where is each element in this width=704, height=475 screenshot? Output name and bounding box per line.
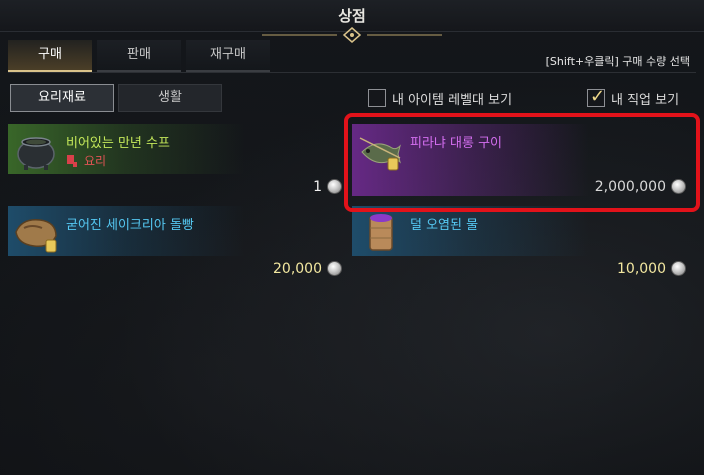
shop-item[interactable]: 굳어진 세이크리아 돌빵 20,000 xyxy=(8,206,346,284)
selection-highlight xyxy=(344,113,700,212)
subtab-life[interactable]: 생활 xyxy=(118,84,222,112)
checkmark-icon: ✓ xyxy=(590,86,606,107)
silver-coin-icon xyxy=(327,261,342,276)
item-name: 덜 오염된 물 xyxy=(410,218,479,233)
cauldron-icon xyxy=(17,137,55,170)
subtab-cooking-ingredients[interactable]: 요리재료 xyxy=(10,84,114,112)
silver-coin-icon xyxy=(327,179,342,194)
filter-my-class-label: 내 직업 보기 xyxy=(611,92,680,108)
tab-rebuy[interactable]: 재구매 xyxy=(186,40,270,72)
water-cup-icon xyxy=(369,214,393,251)
shop-item[interactable]: 비어있는 만년 수프 요리 1 xyxy=(8,124,346,202)
tab-divider xyxy=(8,72,696,73)
item-category-label: 요리 xyxy=(84,154,107,168)
item-name: 굳어진 세이크리아 돌빵 xyxy=(66,218,194,233)
title-ornament-icon xyxy=(262,27,442,43)
item-price: 10,000 xyxy=(617,261,666,277)
item-name: 비어있는 만년 수프 xyxy=(66,136,170,151)
item-price: 20,000 xyxy=(273,261,322,277)
tab-buy[interactable]: 구매 xyxy=(8,40,92,72)
silver-coin-icon xyxy=(671,261,686,276)
shop-item[interactable]: 덜 오염된 물 10,000 xyxy=(352,206,690,284)
filter-item-level[interactable]: 내 아이템 레벨대 보기 xyxy=(368,88,512,108)
checkbox-checked[interactable]: ✓ xyxy=(587,86,606,107)
item-price: 1 xyxy=(313,179,322,195)
tab-sell[interactable]: 판매 xyxy=(97,40,181,72)
item-category: 요리 xyxy=(66,152,106,169)
window-title: 상점 xyxy=(338,7,366,25)
stone-bread-icon xyxy=(15,219,57,253)
quantity-hint: [Shift+우클릭] 구매 수량 선택 xyxy=(545,55,690,68)
filter-item-level-label: 내 아이템 레벨대 보기 xyxy=(392,92,513,108)
checkbox[interactable] xyxy=(368,89,386,107)
cooking-tool-icon xyxy=(67,154,77,167)
filter-my-class[interactable]: ✓ 내 직업 보기 xyxy=(587,86,680,108)
